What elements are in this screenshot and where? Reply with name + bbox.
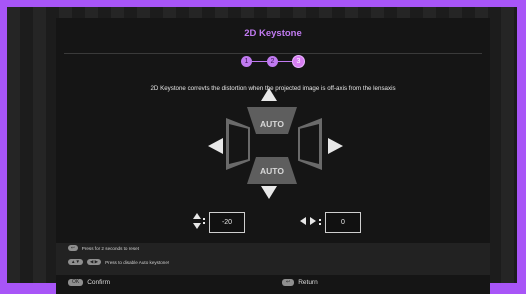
hint-area: ↩ Press for 2 seconds to reset ▲▼ ◀ ▶ Pr…	[56, 243, 490, 275]
auto-bottom-label: AUTO	[260, 166, 284, 176]
reset-hint: ↩ Press for 2 seconds to reset	[68, 245, 139, 251]
auto-keystone-hint-text: Press to disable Auto keystone!	[105, 259, 170, 265]
title-divider	[64, 53, 482, 54]
right-keystone-inner	[300, 124, 319, 164]
horizontal-value-field[interactable]: 0	[325, 212, 361, 233]
arrow-up-icon[interactable]	[261, 88, 277, 101]
reset-hint-text: Press for 2 seconds to reset	[81, 245, 139, 251]
keystone-panel: 2D Keystone 1 2 3 2D Keystone correvts t…	[56, 18, 490, 294]
left-keystone-inner	[229, 124, 248, 164]
step-connector	[252, 61, 267, 62]
osd-screen: 2D Keystone 1 2 3 2D Keystone correvts t…	[7, 7, 517, 294]
auto-keystone-hint: ▲▼ ◀ ▶ Press to disable Auto keystone!	[68, 259, 169, 265]
arrow-right-icon[interactable]	[328, 138, 343, 154]
back-key-icon: ↩	[282, 279, 295, 286]
footer-bar: OK Confirm ↩ Return	[56, 275, 490, 294]
horizontal-adjust-icon	[300, 217, 321, 225]
return-label: Return	[298, 279, 318, 286]
confirm-label: Confirm	[87, 279, 110, 286]
step-1: 1	[241, 56, 252, 67]
step-2: 2	[267, 56, 278, 67]
back-key-icon: ↩	[68, 245, 78, 251]
confirm-button[interactable]: OK Confirm	[68, 279, 110, 286]
return-button[interactable]: ↩ Return	[282, 279, 318, 286]
arrow-left-icon[interactable]	[208, 138, 223, 154]
step-connector	[278, 61, 293, 62]
auto-top-label: AUTO	[260, 119, 284, 129]
left-right-key-icon: ◀ ▶	[86, 259, 102, 265]
arrow-down-icon[interactable]	[261, 186, 277, 199]
up-down-key-icon: ▲▼	[68, 259, 83, 265]
step-indicator: 1 2 3	[241, 56, 305, 68]
step-3-current: 3	[293, 56, 304, 67]
vertical-adjust-icon	[193, 213, 205, 229]
ok-key-icon: OK	[68, 279, 84, 286]
vertical-value-field[interactable]: -20	[209, 212, 245, 233]
page-title: 2D Keystone	[244, 28, 302, 39]
